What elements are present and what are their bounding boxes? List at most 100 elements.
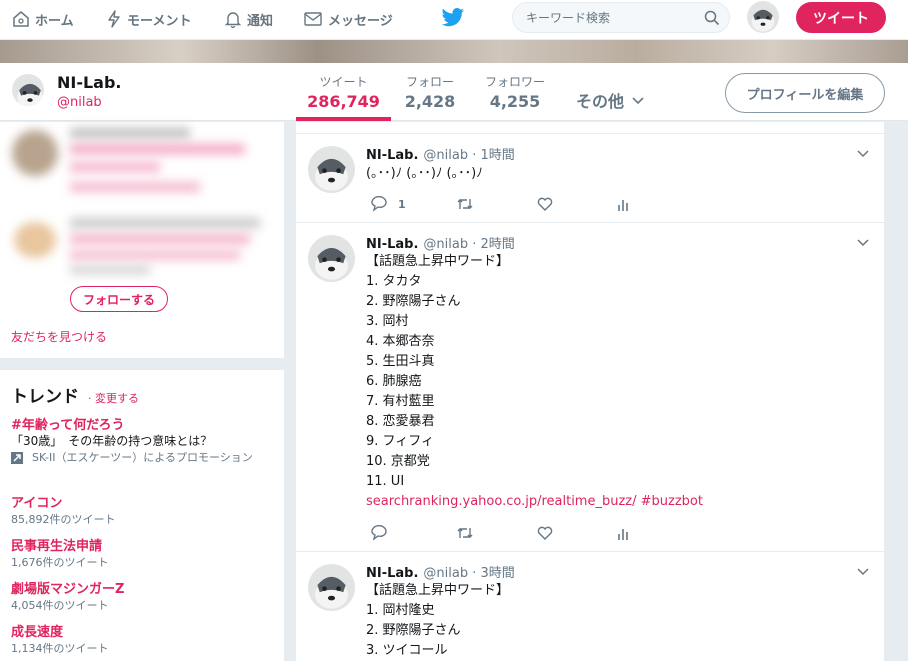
tweet-line: 9. フィフィ [366,434,435,449]
follow-button[interactable]: フォローする [70,286,168,312]
search-icon[interactable] [704,10,720,26]
envelope-icon [304,12,322,26]
tweet-author-handle[interactable]: @nilab · 3時間 [423,562,514,581]
chevron-down-icon [632,97,644,105]
trend-promoted-by-text: SK-II（エスケーツー）によるプロモーション [32,451,253,464]
find-friends-link[interactable]: 友だちを見つける [11,328,107,345]
tweet-avatar[interactable] [308,564,355,611]
blurred-text [70,182,200,192]
reply-button[interactable] [370,525,456,541]
nav-home[interactable]: ホーム [12,0,74,38]
trend-promoted-name[interactable]: #年齢って何だろう [11,414,124,433]
tweet-author-name[interactable]: NI-Lab. [366,148,418,163]
stat-tweets-value: 286,749 [307,92,380,111]
top-nav: ホーム モーメント 通知 メッセージ キーワード検索 ツイート [0,0,908,40]
analytics-button[interactable] [616,196,630,212]
tweet-text: 【話題急上昇中ワード】 1. 岡村隆史 2. 野際陽子さん 3. ツイコール [366,581,509,661]
tweet[interactable]: NI-Lab. @nilab · 2時間 【話題急上昇中ワード】 1. タカタ … [296,222,884,551]
heart-icon [537,526,553,540]
tweet-text: 【話題急上昇中ワード】 1. タカタ 2. 野際陽子さん 3. 岡村 4. 本郷… [366,252,703,512]
like-button[interactable] [536,525,616,541]
tweet-line: 10. 京都党 [366,454,430,469]
timeline-top-edge [296,122,884,133]
tweet-line: 2. 野際陽子さん [366,294,461,309]
profile-name[interactable]: NI-Lab. [57,73,122,92]
blurred-text [70,218,260,228]
tweet-line: 6. 肺腺癌 [366,374,422,389]
trend-item-name[interactable]: 劇場版マジンガーZ [11,578,124,597]
nav-moments[interactable]: モーメント [106,0,191,38]
search-input[interactable]: キーワード検索 [512,2,730,33]
trends-change-link[interactable]: · 変更する [88,390,139,406]
more-dropdown[interactable]: その他 [576,88,646,112]
blurred-text [70,162,160,172]
nav-notifications[interactable]: 通知 [224,0,273,38]
edit-profile-button[interactable]: プロフィールを編集 [725,73,885,113]
tweet-actions [370,524,630,542]
tweet-line: 11. UI [366,474,405,489]
nav-messages-label: メッセージ [328,13,393,29]
blurred-avatar [14,222,56,258]
nav-home-label: ホーム [35,13,74,29]
nav-messages[interactable]: メッセージ [303,0,393,38]
heart-icon [537,197,553,211]
reply-button[interactable]: 1 [370,196,456,212]
bell-icon [224,12,242,28]
profile-handle[interactable]: @nilab [57,95,102,110]
trends-card: トレンド · 変更する #年齢って何だろう 「30歳」 その年齢の持つ意味とは？… [0,370,284,661]
retweet-button[interactable] [456,525,536,541]
retweet-icon [457,199,473,209]
chevron-down-icon[interactable] [856,146,870,160]
twitter-bird-icon[interactable] [441,8,465,28]
tweet-link[interactable]: searchranking.yahoo.co.jp/realtime_buzz/… [366,492,703,512]
home-icon [13,11,29,27]
stat-followers[interactable]: フォロワー 4,255 [476,73,554,111]
trends-title: トレンド [11,387,79,407]
tweet-actions: 1 [370,195,630,213]
tweet-author-name[interactable]: NI-Lab. [366,566,418,581]
tweet-avatar[interactable] [308,235,355,282]
tweet[interactable]: NI-Lab. @nilab · 1時間 (｡･･)ﾉ (｡･･)ﾉ (｡･･)… [296,133,884,222]
chevron-down-icon[interactable] [856,235,870,249]
user-avatar-menu[interactable] [747,1,779,33]
stat-tweets[interactable]: ツイート 286,749 [296,73,391,111]
tweet-header: NI-Lab. @nilab · 2時間 [366,233,515,252]
timeline: NI-Lab. @nilab · 1時間 (｡･･)ﾉ (｡･･)ﾉ (｡･･)… [296,122,884,661]
stat-following[interactable]: フォロー 2,428 [392,73,468,111]
tweet-line: 4. 本郷杏奈 [366,334,435,349]
tweet-author-handle[interactable]: @nilab · 1時間 [423,144,514,163]
tweet-line: 【話題急上昇中ワード】 [366,583,510,598]
like-button[interactable] [536,196,616,212]
profile-nav-bar: NI-Lab. @nilab ツイート 286,749 フォロー 2,428 フ… [0,63,908,121]
analytics-button[interactable] [616,525,630,541]
tweet-line: 1. タカタ [366,274,422,289]
chevron-down-icon[interactable] [856,564,870,578]
stat-tweets-label: ツイート [319,75,368,89]
tweet-line: 7. 有村藍里 [366,394,435,409]
search-placeholder: キーワード検索 [526,11,611,25]
retweet-button[interactable] [456,196,536,212]
tweet[interactable]: NI-Lab. @nilab · 3時間 【話題急上昇中ワード】 1. 岡村隆史… [296,551,884,661]
tweet-line: 3. 岡村 [366,314,409,329]
tweet-avatar[interactable] [308,146,355,193]
tweet-line: 【話題急上昇中ワード】 [366,254,510,269]
promoted-icon [11,452,23,464]
trend-item-name[interactable]: 成長速度 [11,621,63,640]
profile-avatar[interactable] [10,72,46,108]
analytics-icon [618,200,628,211]
tweet-line: 3. ツイコール [366,643,448,658]
lightning-icon [108,10,120,28]
tweet-line: 1. 岡村隆史 [366,603,435,618]
trend-promoted-by: SK-II（エスケーツー）によるプロモーション [11,450,279,466]
stat-following-value: 2,428 [404,92,456,111]
tweet-author-handle[interactable]: @nilab · 2時間 [423,233,514,252]
trend-item-name[interactable]: 民事再生法申請 [11,535,102,554]
trend-item-count: 1,134件のツイート [11,642,109,655]
tweet-author-name[interactable]: NI-Lab. [366,237,418,252]
tweet-button[interactable]: ツイート [796,2,886,33]
trend-item-name[interactable]: アイコン [11,492,62,511]
tweet-line: (｡･･)ﾉ (｡･･)ﾉ (｡･･)ﾉ [366,166,483,181]
trend-promoted-desc: 「30歳」 その年齢の持つ意味とは？ [11,434,213,448]
nav-notifications-label: 通知 [247,13,274,29]
tweet-header: NI-Lab. @nilab · 1時間 [366,144,515,163]
